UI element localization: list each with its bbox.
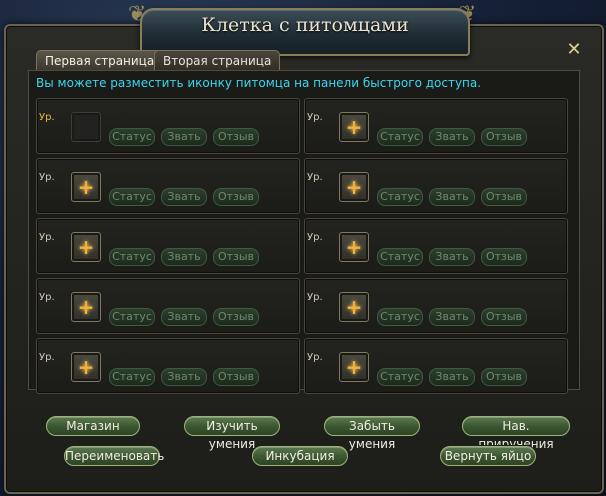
status-button[interactable]: Статус xyxy=(109,248,155,266)
window-title: Клетка с питомцами xyxy=(201,14,409,36)
recall-button[interactable]: Отзыв xyxy=(481,248,527,266)
add-pet-icon[interactable]: + xyxy=(339,352,369,382)
empty-slot-icon xyxy=(71,112,101,142)
return-egg-button[interactable]: Вернуть яйцо xyxy=(440,446,536,466)
call-button[interactable]: Звать xyxy=(429,368,475,386)
call-button[interactable]: Звать xyxy=(161,128,207,146)
recall-button[interactable]: Отзыв xyxy=(213,128,259,146)
add-pet-icon[interactable]: + xyxy=(71,232,101,262)
add-pet-icon[interactable]: + xyxy=(339,112,369,142)
pet-slot-3[interactable]: Ур. + Статус Звать Отзыв xyxy=(36,158,300,214)
call-button[interactable]: Звать xyxy=(429,188,475,206)
close-icon[interactable]: ✕ xyxy=(564,40,584,60)
recall-button[interactable]: Отзыв xyxy=(213,368,259,386)
level-label: Ур. xyxy=(39,172,55,183)
status-button[interactable]: Статус xyxy=(109,128,155,146)
add-pet-icon[interactable]: + xyxy=(71,292,101,322)
rename-button[interactable]: Переименовать xyxy=(64,446,164,466)
level-label: Ур. xyxy=(307,232,323,243)
recall-button[interactable]: Отзыв xyxy=(213,248,259,266)
add-pet-icon[interactable]: + xyxy=(71,172,101,202)
recall-button[interactable]: Отзыв xyxy=(481,308,527,326)
tab-first-page[interactable]: Первая страница xyxy=(36,50,164,71)
call-button[interactable]: Звать xyxy=(429,248,475,266)
status-button[interactable]: Статус xyxy=(377,248,423,266)
tab-second-page[interactable]: Вторая страница xyxy=(154,50,281,71)
status-button[interactable]: Статус xyxy=(109,368,155,386)
info-text: Вы можете разместить иконку питомца на п… xyxy=(36,76,482,90)
recall-button[interactable]: Отзыв xyxy=(213,188,259,206)
pet-slot-4[interactable]: Ур. + Статус Звать Отзыв xyxy=(304,158,568,214)
status-button[interactable]: Статус xyxy=(109,188,155,206)
call-button[interactable]: Звать xyxy=(161,248,207,266)
add-pet-icon[interactable]: + xyxy=(339,232,369,262)
incubation-button[interactable]: Инкубация xyxy=(252,446,348,466)
call-button[interactable]: Звать xyxy=(429,308,475,326)
recall-button[interactable]: Отзыв xyxy=(481,368,527,386)
level-label: Ур. xyxy=(39,292,55,303)
status-button[interactable]: Статус xyxy=(377,308,423,326)
recall-button[interactable]: Отзыв xyxy=(481,188,527,206)
call-button[interactable]: Звать xyxy=(161,188,207,206)
level-label: Ур. xyxy=(307,112,323,123)
pet-slot-1[interactable]: Ур. Статус Звать Отзыв xyxy=(36,98,300,154)
pet-slot-5[interactable]: Ур. + Статус Звать Отзыв xyxy=(36,218,300,274)
add-pet-icon[interactable]: + xyxy=(71,352,101,382)
level-label: Ур. xyxy=(307,172,323,183)
pet-slot-8[interactable]: Ур. + Статус Звать Отзыв xyxy=(304,278,568,334)
level-label: Ур. xyxy=(39,352,55,363)
pet-slot-7[interactable]: Ур. + Статус Звать Отзыв xyxy=(36,278,300,334)
add-pet-icon[interactable]: + xyxy=(339,292,369,322)
level-label: Ур. xyxy=(307,292,323,303)
pet-slot-10[interactable]: Ур. + Статус Звать Отзыв xyxy=(304,338,568,394)
status-button[interactable]: Статус xyxy=(377,368,423,386)
level-label: Ур. xyxy=(39,112,55,123)
call-button[interactable]: Звать xyxy=(161,308,207,326)
add-pet-icon[interactable]: + xyxy=(339,172,369,202)
call-button[interactable]: Звать xyxy=(429,128,475,146)
level-label: Ур. xyxy=(307,352,323,363)
pet-slot-9[interactable]: Ур. + Статус Звать Отзыв xyxy=(36,338,300,394)
status-button[interactable]: Статус xyxy=(377,128,423,146)
level-label: Ур. xyxy=(39,232,55,243)
forget-skills-button[interactable]: Забыть умения xyxy=(324,416,420,451)
recall-button[interactable]: Отзыв xyxy=(481,128,527,146)
status-button[interactable]: Статус xyxy=(109,308,155,326)
taming-skill-button[interactable]: Нав. приручения xyxy=(462,416,570,451)
status-button[interactable]: Статус xyxy=(377,188,423,206)
pet-slot-6[interactable]: Ур. + Статус Звать Отзыв xyxy=(304,218,568,274)
shop-button[interactable]: Магазин xyxy=(46,416,140,436)
recall-button[interactable]: Отзыв xyxy=(213,308,259,326)
pet-slot-2[interactable]: Ур. + Статус Звать Отзыв xyxy=(304,98,568,154)
learn-skills-button[interactable]: Изучить умения xyxy=(184,416,280,451)
call-button[interactable]: Звать xyxy=(161,368,207,386)
